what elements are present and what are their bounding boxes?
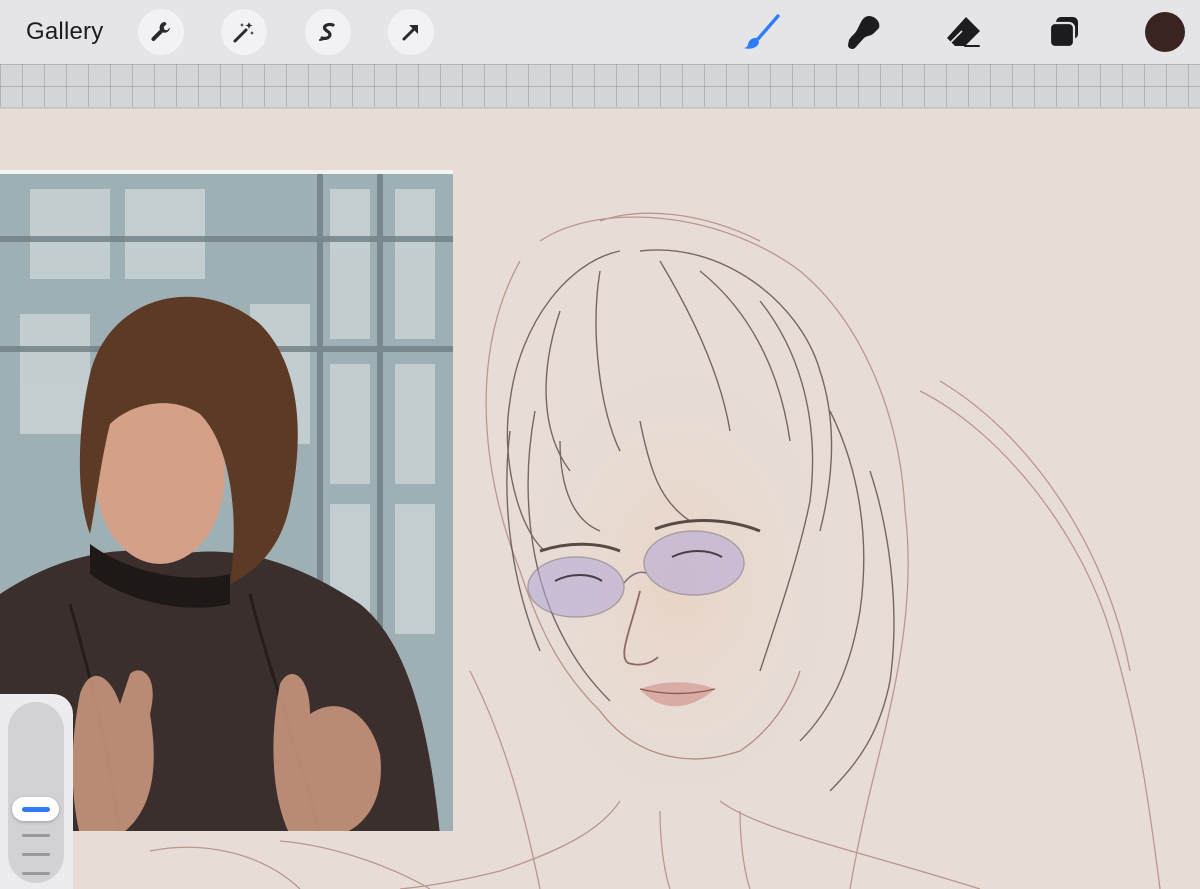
canvas-top-edge	[0, 64, 1200, 109]
layers-tool-button[interactable]	[1041, 9, 1087, 55]
selection-s-icon	[319, 22, 335, 41]
transform-button[interactable]	[388, 9, 434, 55]
wrench-icon	[151, 22, 170, 41]
slider-thumb-indicator	[21, 806, 50, 812]
opacity-slider-tick	[22, 853, 50, 856]
sidebar-panel	[0, 694, 73, 889]
eraser-tool-button[interactable]	[940, 9, 986, 55]
opacity-slider-tick	[22, 872, 50, 875]
magic-wand-icon	[233, 22, 254, 43]
gallery-button[interactable]: Gallery	[26, 17, 103, 47]
color-picker-swatch[interactable]	[1145, 12, 1185, 52]
smudge-tool-button[interactable]	[840, 9, 886, 55]
selection-button[interactable]	[305, 9, 351, 55]
adjustments-button[interactable]	[221, 9, 267, 55]
arrow-cursor-icon	[402, 25, 418, 41]
brush-tool-button[interactable]	[739, 9, 785, 55]
eraser-icon	[947, 17, 980, 47]
layers-icon	[1048, 17, 1078, 49]
brush-icon	[744, 14, 780, 49]
smudge-icon	[848, 16, 880, 49]
actions-button[interactable]	[138, 9, 184, 55]
drawing-canvas[interactable]	[0, 111, 1200, 889]
top-toolbar: Gallery	[0, 0, 1200, 64]
opacity-slider-tick	[22, 834, 50, 837]
brush-size-slider-thumb[interactable]	[12, 797, 59, 821]
